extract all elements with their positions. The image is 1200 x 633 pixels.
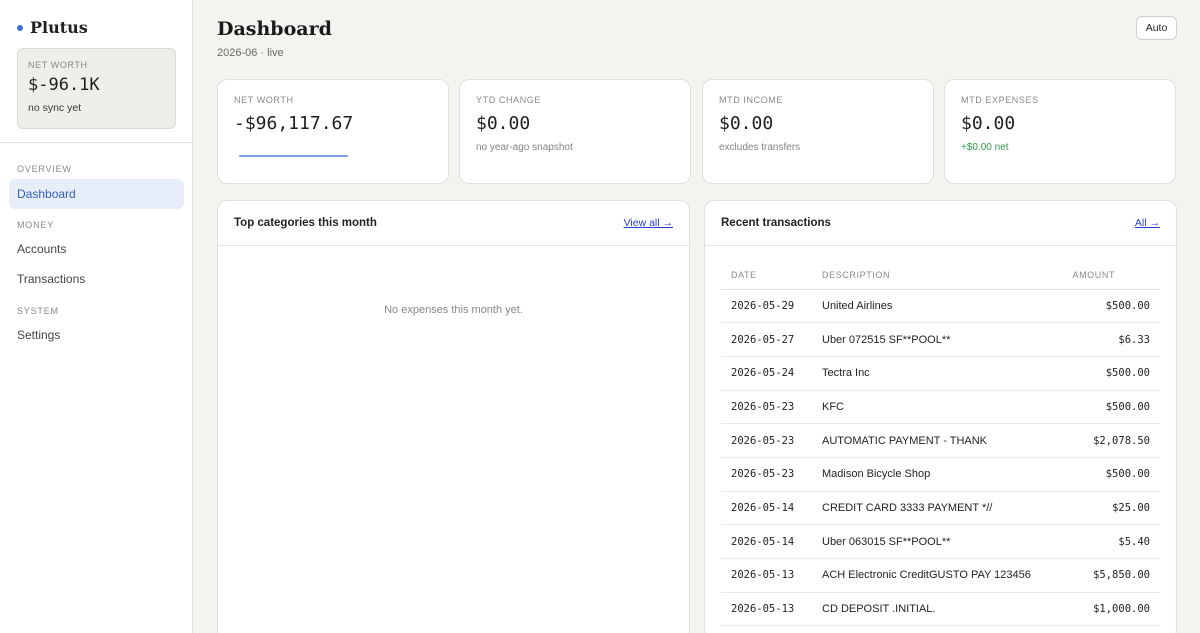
- stat-label: MTD INCOME: [719, 95, 783, 105]
- mode-toggle-button[interactable]: Auto: [1136, 16, 1177, 40]
- transaction-amount: $1,000.00: [1072, 592, 1160, 627]
- transaction-description: AUTOMATIC PAYMENT - THANK: [812, 423, 1073, 458]
- sidebar-item-label: Accounts: [17, 242, 67, 256]
- recent-transactions-panel: Recent transactions All → DATE DESCRIPTI…: [704, 200, 1177, 633]
- table-row[interactable]: 2026-05-29 United Airlines $500.00: [721, 289, 1160, 324]
- net-worth-summary-label: NET WORTH: [28, 60, 88, 70]
- transaction-description: Uber 063015 SF**POOL**: [812, 524, 1073, 559]
- stat-card-mtd-expenses: MTD EXPENSES $0.00 +$0.00 net: [944, 79, 1176, 184]
- transaction-description: ACH Electronic CreditGUSTO PAY 123456: [812, 558, 1073, 593]
- nav-section-money: MONEY: [17, 220, 55, 230]
- sidebar-item-accounts[interactable]: Accounts: [9, 234, 184, 264]
- transaction-date: 2026-05-27: [721, 322, 812, 357]
- table-header-row: DATE DESCRIPTION AMOUNT: [721, 261, 1160, 290]
- net-worth-summary-card: NET WORTH $-96.1K no sync yet: [17, 48, 176, 129]
- brand-dot-icon: [17, 24, 23, 31]
- stat-card-ytd-change: YTD CHANGE $0.00 no year-ago snapshot: [459, 79, 691, 184]
- stat-subtext: +$0.00 net: [961, 142, 1009, 153]
- transaction-date: 2026-05-23: [721, 457, 812, 492]
- stat-value: -$96,117.67: [234, 113, 354, 134]
- stat-value: $0.00: [961, 113, 1016, 134]
- empty-state-message: No expenses this month yet.: [384, 304, 523, 316]
- transaction-amount: $500.00: [1072, 289, 1160, 324]
- column-header-date: DATE: [721, 261, 812, 290]
- transaction-date: 2026-05-23: [721, 423, 812, 458]
- transaction-amount: $25.00: [1072, 491, 1160, 526]
- transaction-date: 2026-05-29: [721, 289, 812, 324]
- transaction-amount: $5.40: [1072, 524, 1160, 559]
- transaction-description: CREDIT CARD 3333 PAYMENT *//: [812, 491, 1073, 526]
- stat-label: NET WORTH: [234, 95, 294, 105]
- table-row[interactable]: 2026-05-14 Uber 063015 SF**POOL** $5.40: [721, 524, 1160, 559]
- transaction-amount: $500.00: [1072, 457, 1160, 492]
- sidebar-item-transactions[interactable]: Transactions: [9, 264, 184, 294]
- transaction-amount: $2,078.50: [1072, 423, 1160, 458]
- transaction-description: Uber 072515 SF**POOL**: [812, 322, 1073, 357]
- table-row[interactable]: 2026-05-13 CD DEPOSIT .INITIAL. $1,000.00: [721, 592, 1160, 627]
- transaction-date: 2026-05-14: [721, 524, 812, 559]
- table-row[interactable]: 2026-05-14 CREDIT CARD 3333 PAYMENT *//$2…: [721, 491, 1160, 526]
- transaction-date: 2026-05-23: [721, 390, 812, 425]
- stat-label: MTD EXPENSES: [961, 95, 1039, 105]
- sidebar-item-settings[interactable]: Settings: [9, 320, 184, 350]
- brand[interactable]: Plutus: [17, 18, 88, 37]
- transaction-description: KFC: [812, 390, 1073, 425]
- stat-card-net-worth: NET WORTH -$96,117.67: [217, 79, 449, 184]
- page-subtitle: 2026-06 · live: [217, 47, 284, 59]
- view-all-categories-link[interactable]: View all →: [624, 217, 673, 229]
- transaction-description: Tectra Inc: [812, 356, 1073, 391]
- table-row[interactable]: 2026-05-23 AUTOMATIC PAYMENT - THANK $2,07…: [721, 423, 1160, 458]
- brand-name: Plutus: [30, 18, 88, 37]
- sidebar-item-label: Dashboard: [17, 187, 76, 201]
- nav-section-overview: OVERVIEW: [17, 164, 72, 174]
- net-worth-sparkline: [239, 155, 348, 157]
- transaction-amount: $500.00: [1072, 390, 1160, 425]
- transaction-description: Madison Bicycle Shop: [812, 457, 1073, 492]
- table-row[interactable]: 2026-05-23 Madison Bicycle Shop $500.00: [721, 457, 1160, 492]
- table-row[interactable]: 2026-05-13 ACH Electronic CreditGUSTO PAY…: [721, 558, 1160, 593]
- column-header-description: DESCRIPTION: [812, 261, 1073, 290]
- panel-header: Recent transactions All →: [705, 201, 1176, 246]
- top-categories-panel: Top categories this month View all → No …: [217, 200, 690, 633]
- transaction-amount: $500.00: [1072, 356, 1160, 391]
- transaction-date: 2026-05-24: [721, 356, 812, 391]
- stat-card-mtd-income: MTD INCOME $0.00 excludes transfers: [702, 79, 934, 184]
- sync-status: no sync yet: [28, 102, 82, 114]
- sidebar-item-dashboard[interactable]: Dashboard: [9, 179, 184, 209]
- transactions-table: DATE DESCRIPTION AMOUNT 2026-05-29 United…: [721, 261, 1160, 627]
- table-row[interactable]: 2026-05-24 Tectra Inc $500.00: [721, 356, 1160, 391]
- sidebar-item-label: Settings: [17, 328, 61, 342]
- panel-header: Top categories this month View all →: [218, 201, 689, 246]
- transaction-date: 2026-05-14: [721, 491, 812, 526]
- stat-value: $0.00: [719, 113, 774, 134]
- panel-title: Top categories this month: [234, 217, 377, 229]
- page-title: Dashboard: [217, 18, 332, 40]
- stat-value: $0.00: [476, 113, 531, 134]
- net-worth-summary-value: $-96.1K: [28, 75, 100, 95]
- panel-title: Recent transactions: [721, 217, 831, 229]
- sidebar: Plutus NET WORTH $-96.1K no sync yet OVE…: [0, 0, 193, 633]
- transaction-description: United Airlines: [812, 289, 1073, 324]
- sidebar-item-label: Transactions: [17, 272, 86, 286]
- table-row[interactable]: 2026-05-27 Uber 072515 SF**POOL** $6.33: [721, 322, 1160, 357]
- transaction-description: CD DEPOSIT .INITIAL.: [812, 592, 1073, 627]
- stat-subtext: no year-ago snapshot: [476, 142, 573, 153]
- column-header-amount: AMOUNT: [1072, 261, 1160, 290]
- all-transactions-link[interactable]: All →: [1135, 217, 1160, 229]
- transaction-amount: $6.33: [1072, 322, 1160, 357]
- nav-section-system: SYSTEM: [17, 306, 59, 316]
- transaction-amount: $5,850.00: [1072, 558, 1160, 593]
- table-row[interactable]: 2026-05-23 KFC $500.00: [721, 390, 1160, 425]
- transaction-date: 2026-05-13: [721, 558, 812, 593]
- stat-subtext: excludes transfers: [719, 142, 801, 153]
- sidebar-divider: [0, 142, 192, 143]
- stat-label: YTD CHANGE: [476, 95, 542, 105]
- transaction-date: 2026-05-13: [721, 592, 812, 627]
